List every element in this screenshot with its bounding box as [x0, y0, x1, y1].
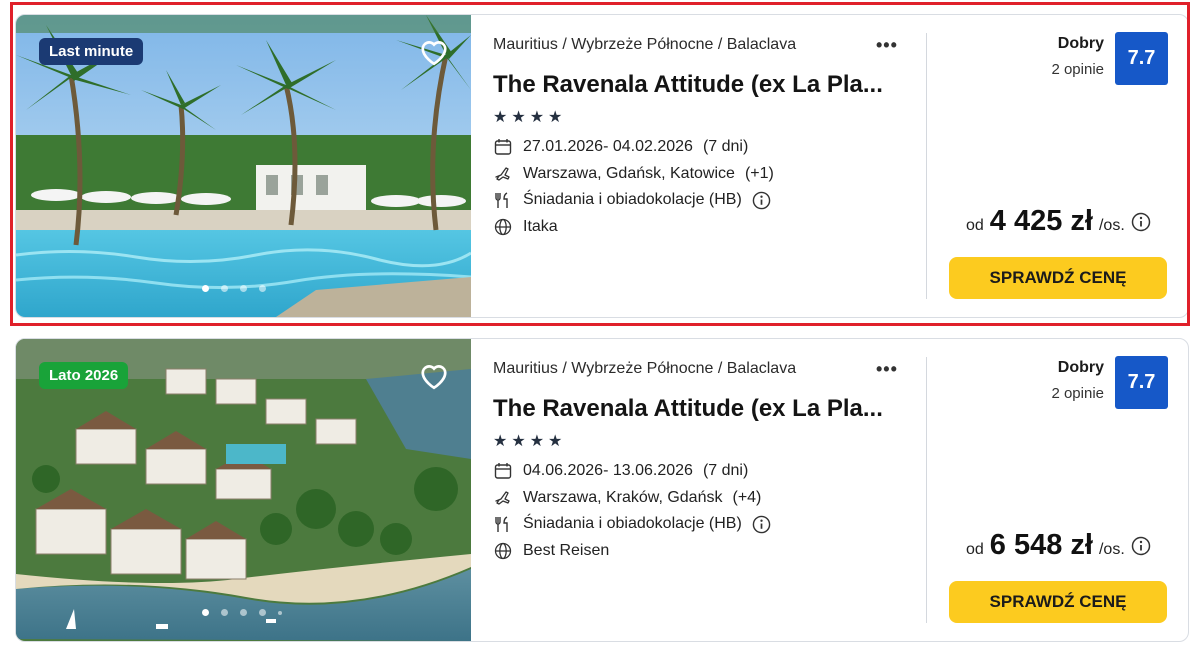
- globe-icon: [493, 217, 513, 237]
- star-icon: ★: [529, 433, 545, 450]
- pagination-dot[interactable]: [221, 609, 228, 616]
- star-icon: ★: [511, 109, 526, 126]
- location-breadcrumb[interactable]: Mauritius / Wybrzeże Północne / Balaclav…: [493, 36, 796, 54]
- plane-icon: [493, 164, 513, 184]
- favorite-heart-icon[interactable]: [416, 357, 452, 393]
- image-pagination[interactable]: [202, 609, 282, 616]
- location-breadcrumb[interactable]: Mauritius / Wybrzeże Północne / Balaclav…: [493, 360, 796, 378]
- pagination-dot[interactable]: [259, 609, 266, 616]
- hotel-stars: ★ ★ ★ ★: [493, 107, 562, 127]
- pagination-dot[interactable]: [202, 609, 209, 616]
- pagination-dot[interactable]: [221, 285, 228, 292]
- more-options-button[interactable]: •••: [876, 35, 898, 56]
- cutlery-icon: [493, 514, 513, 534]
- offer-card[interactable]: Lato 2026 Mauritius / Wybrzeże Północne …: [15, 338, 1189, 642]
- board-row: Śniadania i obiadokolacje (HB): [493, 514, 772, 534]
- divider: [926, 357, 927, 623]
- offer-badge: Last minute: [39, 38, 144, 65]
- star-icon: ★: [548, 109, 563, 126]
- star-icon: ★: [493, 109, 508, 126]
- hotel-title[interactable]: The Ravenala Attitude (ex La Pla...: [493, 71, 883, 99]
- rating-score-badge: 7.7: [1115, 356, 1168, 409]
- plane-icon: [493, 488, 513, 508]
- globe-icon: [493, 541, 513, 561]
- price-amount: 6 548 zł: [989, 529, 1093, 561]
- reviews-count[interactable]: 2 opinie: [1051, 61, 1104, 78]
- rating-score-badge: 7.7: [1115, 32, 1168, 85]
- calendar-icon: [493, 137, 513, 157]
- offer-badge: Lato 2026: [39, 362, 129, 389]
- travel-dates: 27.01.2026- 04.02.2026: [523, 138, 693, 155]
- price-info-icon[interactable]: [1131, 212, 1151, 232]
- price-suffix: /os.: [1098, 541, 1125, 558]
- rating-label: Dobry: [1057, 35, 1104, 52]
- star-icon: ★: [493, 433, 508, 450]
- hotel-stars: ★ ★ ★ ★: [493, 431, 562, 451]
- operator-row: Best Reisen: [493, 541, 609, 561]
- image-pagination[interactable]: [202, 285, 266, 292]
- price-block: od 4 425 zł /os.: [966, 205, 1151, 238]
- offer-info: Mauritius / Wybrzeże Północne / Balaclav…: [493, 15, 923, 317]
- tour-operator: Itaka: [523, 218, 558, 235]
- price-info-icon[interactable]: [1131, 536, 1151, 556]
- star-icon: ★: [529, 109, 545, 126]
- travel-duration: (7 dni): [702, 138, 749, 155]
- hotel-photo-aerial[interactable]: Lato 2026: [16, 339, 471, 641]
- dates-row: 27.01.2026- 04.02.2026 (7 dni): [493, 137, 748, 157]
- board-row: Śniadania i obiadokolacje (HB): [493, 190, 772, 210]
- departure-cities: Warszawa, Gdańsk, Katowice: [523, 165, 735, 182]
- departure-cities: Warszawa, Kraków, Gdańsk: [523, 489, 723, 506]
- check-price-button[interactable]: SPRAWDŹ CENĘ: [949, 257, 1167, 299]
- pagination-dot[interactable]: [278, 610, 282, 615]
- divider: [926, 33, 927, 299]
- favorite-heart-icon[interactable]: [416, 33, 452, 69]
- pagination-dot[interactable]: [240, 285, 247, 292]
- hotel-title[interactable]: The Ravenala Attitude (ex La Pla...: [493, 395, 883, 423]
- price-block: od 6 548 zł /os.: [966, 529, 1151, 562]
- travel-duration: (7 dni): [702, 462, 749, 479]
- pagination-dot[interactable]: [240, 609, 247, 616]
- price-prefix: od: [966, 541, 984, 558]
- board-type: Śniadania i obiadokolacje (HB): [523, 515, 742, 532]
- price-prefix: od: [966, 217, 984, 234]
- cutlery-icon: [493, 190, 513, 210]
- departure-more[interactable]: (+1): [745, 165, 774, 183]
- hotel-photo-pool[interactable]: Last minute: [16, 15, 471, 317]
- travel-dates: 04.06.2026- 13.06.2026: [523, 462, 693, 479]
- calendar-icon: [493, 461, 513, 481]
- rating-label: Dobry: [1057, 359, 1104, 376]
- dates-row: 04.06.2026- 13.06.2026 (7 dni): [493, 461, 748, 481]
- price-amount: 4 425 zł: [989, 205, 1093, 237]
- pagination-dot[interactable]: [202, 285, 209, 292]
- departure-more[interactable]: (+4): [732, 489, 761, 507]
- check-price-button[interactable]: SPRAWDŹ CENĘ: [949, 581, 1167, 623]
- departure-row: Warszawa, Gdańsk, Katowice (+1): [493, 164, 774, 184]
- pagination-dot[interactable]: [259, 285, 266, 292]
- star-icon: ★: [548, 433, 563, 450]
- info-icon[interactable]: [752, 190, 772, 210]
- operator-row: Itaka: [493, 217, 558, 237]
- info-icon[interactable]: [752, 514, 772, 534]
- offer-info: Mauritius / Wybrzeże Północne / Balaclav…: [493, 339, 923, 641]
- tour-operator: Best Reisen: [523, 542, 610, 559]
- offer-card[interactable]: Last minute Mauritius / Wybrzeże Północn…: [15, 14, 1189, 318]
- board-type: Śniadania i obiadokolacje (HB): [523, 191, 742, 208]
- departure-row: Warszawa, Kraków, Gdańsk (+4): [493, 488, 761, 508]
- more-options-button[interactable]: •••: [876, 359, 898, 380]
- price-suffix: /os.: [1098, 217, 1125, 234]
- reviews-count[interactable]: 2 opinie: [1051, 385, 1104, 402]
- star-icon: ★: [511, 433, 526, 450]
